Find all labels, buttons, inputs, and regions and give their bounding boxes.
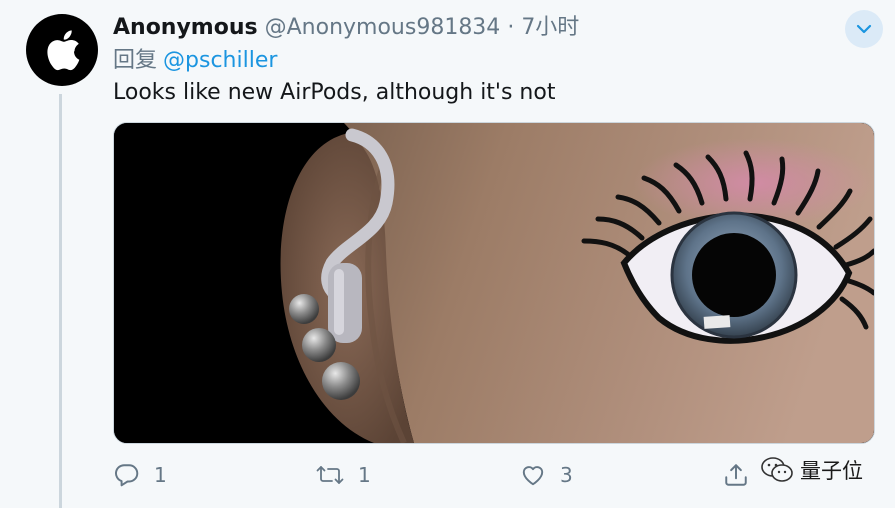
apple-logo-icon bbox=[47, 30, 80, 71]
tweet-media-image[interactable] bbox=[113, 122, 875, 444]
thread-line bbox=[59, 94, 62, 508]
avatar[interactable] bbox=[26, 14, 98, 86]
reply-action[interactable]: 1 bbox=[114, 458, 167, 492]
watermark: 量子位 bbox=[760, 455, 863, 485]
reply-context: 回复 @pschiller bbox=[113, 47, 277, 75]
tweet-menu-button[interactable] bbox=[845, 10, 883, 48]
tweet-text: Looks like new AirPods, although it's no… bbox=[113, 80, 556, 105]
watermark-text: 量子位 bbox=[800, 459, 863, 483]
tweet-header: Anonymous @Anonymous981834 · 7小时 bbox=[113, 14, 579, 42]
chevron-down-icon bbox=[856, 24, 872, 34]
retweet-count: 1 bbox=[358, 463, 371, 487]
share-icon bbox=[725, 464, 747, 486]
like-count: 3 bbox=[560, 463, 573, 487]
reply-prefix: 回复 bbox=[113, 48, 158, 73]
tweet-time[interactable]: 7小时 bbox=[521, 15, 579, 40]
retweet-icon bbox=[316, 466, 344, 484]
comment-icon bbox=[115, 464, 139, 487]
share-action[interactable] bbox=[723, 458, 749, 492]
reply-to-link[interactable]: @pschiller bbox=[163, 48, 277, 73]
retweet-action[interactable]: 1 bbox=[316, 458, 371, 492]
display-name[interactable]: Anonymous bbox=[113, 15, 258, 40]
user-handle[interactable]: @Anonymous981834 bbox=[265, 15, 501, 40]
meta-separator: · bbox=[507, 15, 515, 40]
heart-icon bbox=[522, 466, 544, 486]
wechat-icon bbox=[761, 457, 793, 482]
like-action[interactable]: 3 bbox=[520, 458, 573, 492]
reply-count: 1 bbox=[154, 463, 167, 487]
